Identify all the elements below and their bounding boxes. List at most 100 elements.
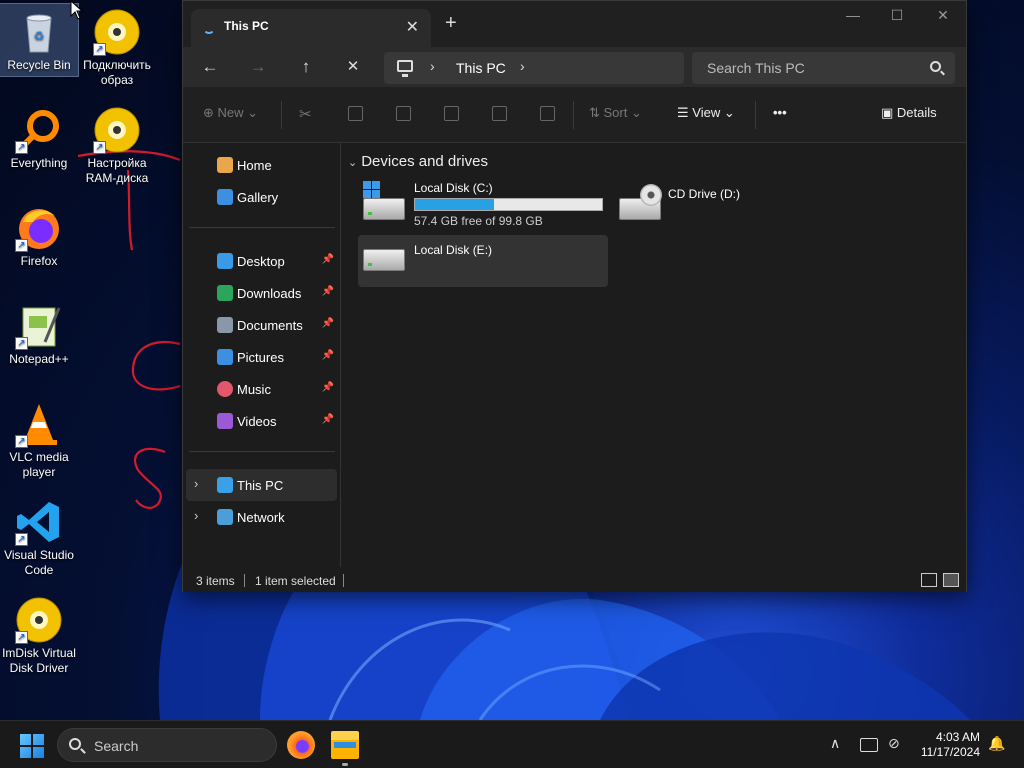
drive-local-disk-e[interactable]: Local Disk (E:) [358, 235, 608, 287]
firefox-taskbar-icon[interactable] [287, 731, 315, 759]
desktop-icon-imdisk[interactable]: ↗ ImDisk Virtual Disk Driver [0, 592, 78, 676]
nav-item-documents[interactable]: Documents 📌 [186, 309, 337, 341]
clock[interactable]: 4:03 AM 11/17/2024 [921, 730, 980, 760]
maximize-button[interactable]: ☐ [877, 7, 917, 27]
clock-date: 11/17/2024 [920, 745, 980, 759]
taskbar-search[interactable]: Search [57, 728, 277, 762]
drive-name: CD Drive (D:) [668, 187, 740, 201]
tab-title: This PC [224, 19, 269, 33]
nav-item-music[interactable]: Music 📌 [186, 373, 337, 405]
copy-icon[interactable] [348, 106, 363, 121]
nav-divider [189, 227, 335, 228]
desktop-folder-icon [217, 253, 233, 269]
desktop-icon-notepadpp[interactable]: ↗ Notepad++ [0, 298, 78, 367]
content-area: ⌄ Devices and drives Local Disk (C:) 57.4… [342, 143, 966, 567]
music-icon [217, 381, 233, 397]
nav-item-gallery[interactable]: Gallery [186, 181, 337, 213]
vscode-icon: ↗ [15, 498, 63, 546]
recycle-bin-icon: ♻ [15, 8, 63, 56]
stop-button[interactable]: ✕ [340, 55, 366, 79]
new-tab-button[interactable]: + [445, 12, 457, 35]
svg-text:♻: ♻ [34, 29, 45, 43]
group-header-devices[interactable]: ⌄ Devices and drives [348, 153, 488, 170]
nav-item-pictures[interactable]: Pictures 📌 [186, 341, 337, 373]
search-box[interactable]: Search This PC [692, 52, 955, 84]
close-window-button[interactable]: ✕ [923, 7, 963, 27]
delete-icon[interactable] [540, 106, 555, 121]
pin-icon[interactable]: 📌 [322, 414, 334, 425]
back-button[interactable]: ← [197, 55, 223, 79]
breadcrumb-this-pc[interactable]: This PC [456, 60, 506, 76]
nav-item-label: Pictures [237, 350, 284, 365]
file-explorer-window: This PC ✕ + — ☐ ✕ ← → ↑ ✕ › This PC › Se… [182, 0, 967, 592]
paste-icon[interactable] [396, 106, 411, 121]
desktop-icon-firefox[interactable]: ↗ Firefox [0, 200, 78, 269]
collapse-caret-icon: ⌄ [348, 157, 358, 169]
notepadpp-icon: ↗ [15, 302, 63, 350]
this-pc-icon [217, 477, 233, 493]
desktop-icon-vlc[interactable]: ↗ VLC media player [0, 396, 78, 480]
status-divider [244, 574, 245, 587]
shortcut-arrow-icon: ↗ [93, 141, 106, 154]
file-explorer-taskbar-icon[interactable] [331, 731, 359, 759]
view-button[interactable]: ☰ View ⌄ [677, 105, 735, 121]
status-divider [343, 574, 344, 587]
breadcrumb-chevron-button[interactable]: › [520, 58, 525, 74]
nav-item-label: Home [237, 158, 272, 173]
nav-item-label: Desktop [237, 254, 285, 269]
firefox-icon: ↗ [15, 204, 63, 252]
shortcut-arrow-icon: ↗ [15, 141, 28, 154]
rename-icon[interactable] [444, 106, 459, 121]
pin-icon[interactable]: 📌 [322, 382, 334, 393]
pin-icon[interactable]: 📌 [322, 286, 334, 297]
item-count: 3 items [196, 574, 235, 588]
details-view-button[interactable] [921, 573, 937, 587]
nav-item-home[interactable]: Home [186, 149, 337, 181]
tray-overflow-button[interactable]: ∧ [830, 735, 840, 752]
pin-icon[interactable]: 📌 [322, 318, 334, 329]
search-icon [69, 738, 81, 750]
drive-cd-d[interactable]: CD Drive (D:) [614, 179, 864, 231]
nav-item-this-pc[interactable]: › This PC [186, 469, 337, 501]
clock-time: 4:03 AM [935, 730, 980, 744]
notification-bell-icon[interactable]: 🔔 [988, 735, 1005, 752]
expand-chevron-icon[interactable]: › [194, 476, 198, 491]
pin-icon[interactable]: 📌 [322, 254, 334, 265]
nav-item-network[interactable]: › Network [186, 501, 337, 533]
desktop-icon-vscode[interactable]: ↗ Visual Studio Code [0, 494, 78, 578]
up-button[interactable]: ↑ [293, 55, 319, 79]
nav-item-videos[interactable]: Videos 📌 [186, 405, 337, 437]
taskbar-search-label: Search [94, 738, 139, 754]
network-disconnected-icon[interactable]: ⊘ [888, 735, 900, 752]
new-button[interactable]: ⊕ New ⌄ [203, 105, 258, 121]
minimize-button[interactable]: — [833, 7, 873, 27]
start-button[interactable] [20, 734, 44, 758]
divider [755, 101, 756, 129]
share-icon[interactable] [492, 106, 507, 121]
disc-image-icon: ↗ [93, 8, 141, 56]
pin-icon[interactable]: 📌 [322, 350, 334, 361]
nav-item-downloads[interactable]: Downloads 📌 [186, 277, 337, 309]
desktop-icon-ram-disk-settings[interactable]: ↗ Настройка RAM-диска [78, 102, 156, 186]
forward-button[interactable]: → [245, 55, 271, 79]
details-button[interactable]: ▣ Details [881, 105, 937, 121]
cut-icon[interactable]: ✂ [299, 105, 312, 123]
expand-chevron-icon[interactable]: › [194, 508, 198, 523]
desktop-icon-recycle-bin[interactable]: ♻ Recycle Bin [0, 3, 79, 77]
sort-button[interactable]: ⇅ Sort ⌄ [589, 105, 642, 121]
divider [573, 101, 574, 129]
drive-local-disk-c[interactable]: Local Disk (C:) 57.4 GB free of 99.8 GB [358, 179, 608, 231]
more-options-button[interactable]: ••• [773, 105, 787, 120]
running-indicator [342, 763, 348, 766]
tab-this-pc[interactable]: This PC ✕ [191, 9, 431, 47]
desktop-icon-mount-image[interactable]: ↗ Подключить образ [78, 4, 156, 88]
tiles-view-button[interactable] [943, 573, 959, 587]
divider [281, 101, 282, 129]
drive-usage-bar [414, 198, 603, 211]
desktop-icon-everything[interactable]: ↗ Everything [0, 102, 78, 171]
display-icon[interactable] [860, 738, 878, 752]
close-tab-button[interactable]: ✕ [406, 17, 419, 37]
address-bar[interactable]: › This PC › [384, 52, 684, 84]
nav-item-desktop[interactable]: Desktop 📌 [186, 245, 337, 277]
hard-drive-icon [363, 198, 405, 220]
